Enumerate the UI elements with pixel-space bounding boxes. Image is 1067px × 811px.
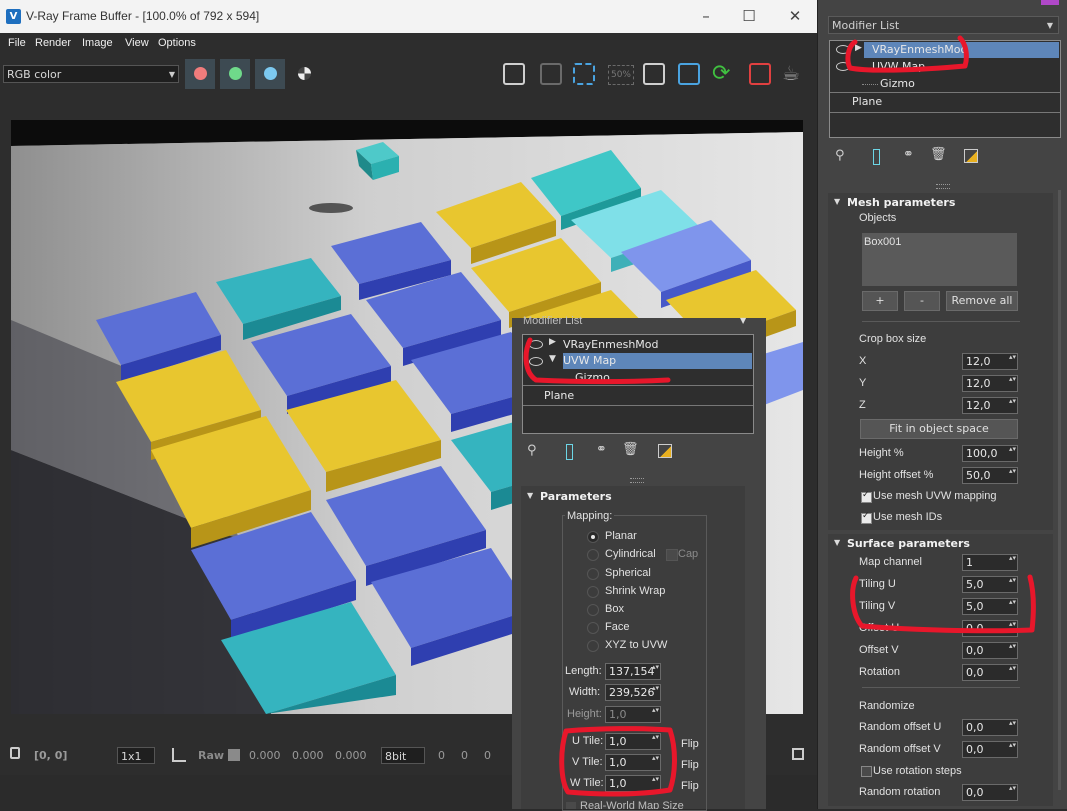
- annotation-right-tiling: [850, 574, 1036, 634]
- annotation-overlay-tiles: [559, 726, 677, 797]
- annotation-right-stack: [845, 35, 969, 73]
- red-annotation-strokes: [523, 35, 1036, 797]
- annotation-overlay-stack: [523, 337, 671, 384]
